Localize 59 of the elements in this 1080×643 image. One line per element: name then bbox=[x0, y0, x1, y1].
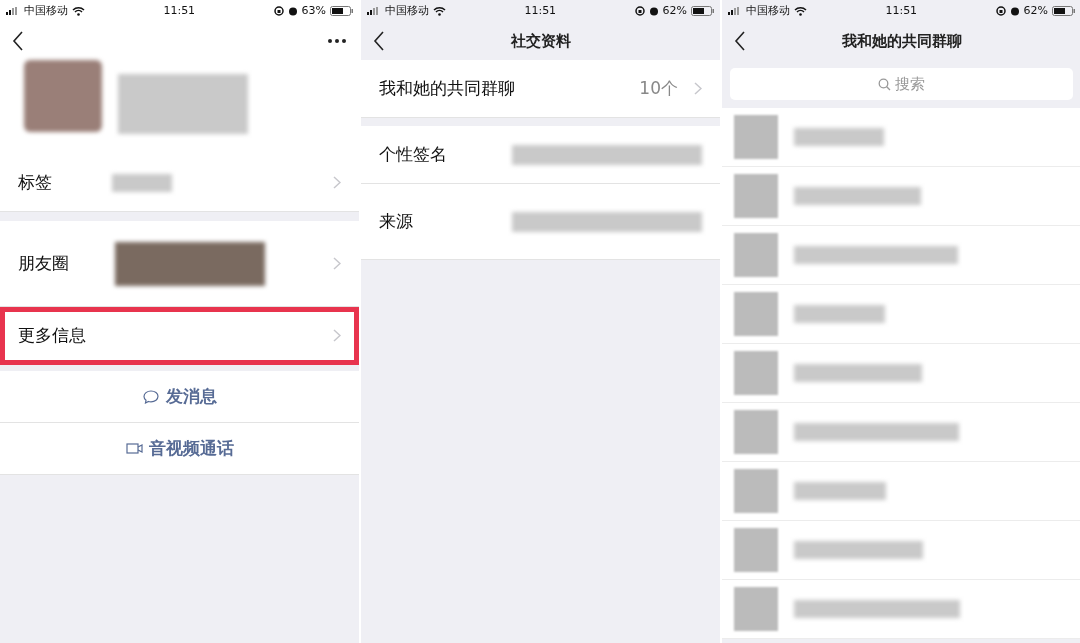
signal-icon bbox=[728, 7, 742, 15]
status-time: 11:51 bbox=[524, 3, 557, 17]
chevron-icon bbox=[333, 176, 341, 189]
row-label: 更多信息 bbox=[18, 323, 86, 347]
info-row[interactable]: 更多信息 bbox=[0, 307, 359, 365]
page-title: 我和她的共同群聊 bbox=[840, 30, 963, 52]
info-row[interactable]: 来源 bbox=[361, 184, 720, 260]
avatar-placeholder bbox=[734, 469, 778, 513]
battery-icon bbox=[1052, 6, 1075, 16]
battery-icon bbox=[691, 6, 714, 16]
signal-icon bbox=[6, 7, 20, 15]
avatar-placeholder bbox=[734, 410, 778, 454]
video-camera-icon bbox=[125, 441, 143, 456]
battery-percent: 63% bbox=[301, 2, 326, 19]
back-icon[interactable] bbox=[373, 31, 385, 51]
chevron-icon bbox=[333, 257, 341, 270]
status-time: 11:51 bbox=[163, 3, 196, 17]
wifi-icon bbox=[72, 6, 85, 16]
wifi-icon bbox=[433, 6, 446, 16]
row-label: 标签 bbox=[18, 170, 52, 194]
avatar-placeholder bbox=[734, 174, 778, 218]
search-icon bbox=[878, 77, 891, 91]
page-title: 社交资料 bbox=[509, 30, 572, 52]
chat-bubble-icon bbox=[142, 389, 160, 404]
info-row[interactable]: 朋友圈 bbox=[0, 221, 359, 307]
battery-percent: 62% bbox=[1023, 2, 1048, 19]
carrier-name: 中国移动 bbox=[24, 2, 68, 19]
avatar-placeholder bbox=[734, 292, 778, 336]
avatar-placeholder bbox=[734, 351, 778, 395]
more-icon[interactable] bbox=[327, 38, 347, 44]
carrier-name: 中国移动 bbox=[746, 2, 790, 19]
lock-rotation-icon bbox=[634, 6, 645, 16]
chevron-icon bbox=[333, 329, 341, 342]
avatar-placeholder bbox=[734, 115, 778, 159]
row-label: 个性签名 bbox=[379, 142, 447, 166]
back-icon[interactable] bbox=[12, 31, 24, 51]
carrier-name: 中国移动 bbox=[385, 2, 429, 19]
battery-icon bbox=[330, 6, 353, 16]
wifi-icon bbox=[794, 6, 807, 16]
back-icon[interactable] bbox=[734, 31, 746, 51]
info-row[interactable]: 标签 bbox=[0, 154, 359, 212]
count-value: 10个 bbox=[639, 76, 678, 100]
info-row[interactable]: 我和她的共同群聊 10个 bbox=[361, 60, 720, 118]
message-button[interactable]: 发消息 bbox=[0, 371, 359, 423]
lock-rotation-icon bbox=[995, 6, 1006, 16]
chevron-icon bbox=[694, 82, 702, 95]
video-button[interactable]: 音视频通话 bbox=[0, 423, 359, 475]
row-label: 我和她的共同群聊 bbox=[379, 76, 515, 100]
battery-percent: 62% bbox=[662, 2, 687, 19]
avatar-placeholder bbox=[734, 587, 778, 631]
info-row[interactable]: 个性签名 bbox=[361, 126, 720, 184]
row-label: 来源 bbox=[379, 209, 413, 233]
avatar-placeholder bbox=[734, 528, 778, 572]
lock-rotation-icon bbox=[273, 6, 284, 16]
avatar-placeholder bbox=[734, 233, 778, 277]
signal-icon bbox=[367, 7, 381, 15]
status-time: 11:51 bbox=[885, 3, 918, 17]
row-label: 朋友圈 bbox=[18, 251, 69, 275]
blurred-block bbox=[112, 173, 172, 192]
